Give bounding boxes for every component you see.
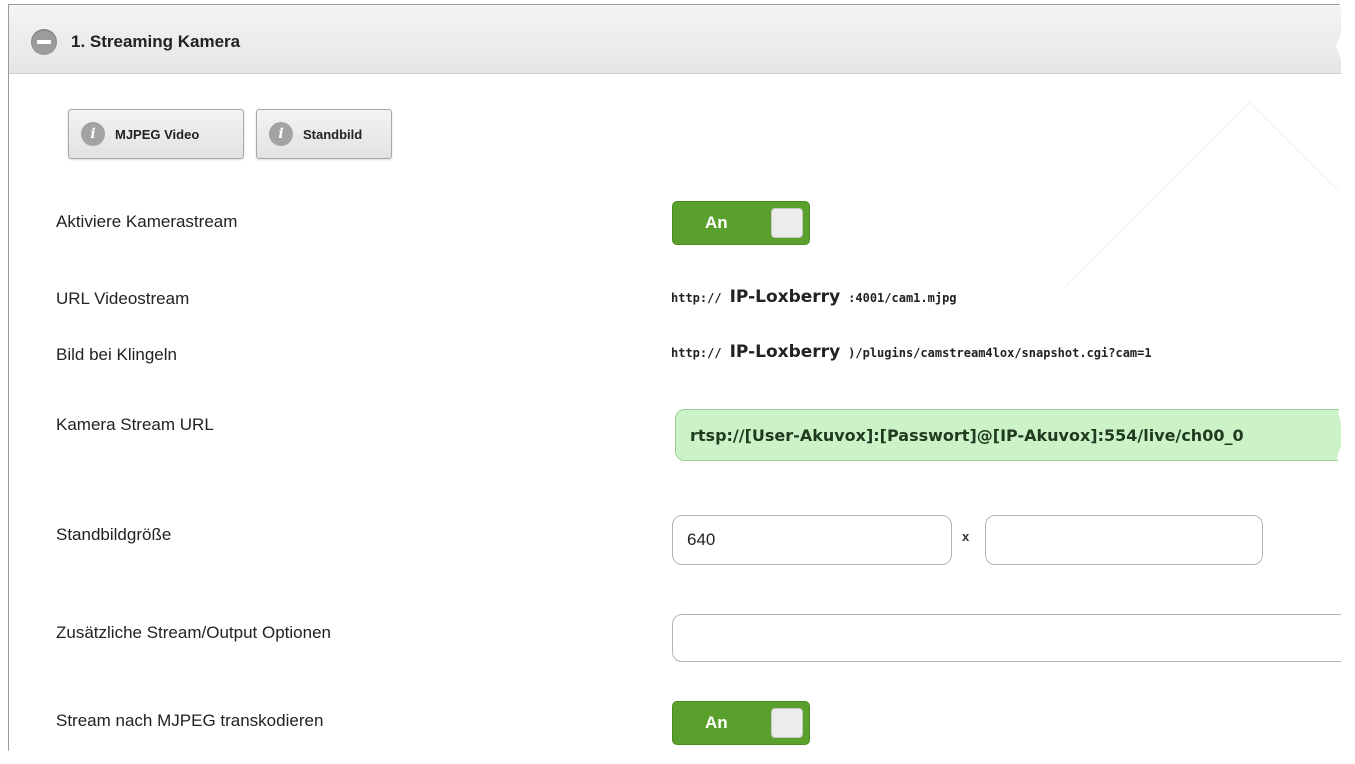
url-prefix: http://: [671, 346, 722, 360]
toggle-knob[interactable]: [771, 208, 803, 238]
section-title: 1. Streaming Kamera: [71, 32, 241, 51]
collapse-icon[interactable]: [31, 29, 57, 55]
streaming-camera-panel: 1. Streaming Kamera i MJPEG Video i Stan…: [8, 4, 1341, 757]
url-suffix: :4001/cam1.mjpg: [848, 291, 957, 305]
zusaetzliche-optionen-input[interactable]: [672, 614, 1341, 662]
aktiviere-kamerastream-toggle[interactable]: An: [672, 201, 810, 245]
toggle-state-text: An: [705, 713, 728, 732]
bild-bei-klingeln-value: http:// IP-Loxberry )/plugins/camstream4lo…: [671, 342, 1291, 362]
url-prefix: http://: [671, 291, 722, 305]
standbild-button-label: Standbild: [303, 126, 363, 142]
mjpeg-video-button-label: MJPEG Video: [115, 126, 200, 142]
size-separator: x: [962, 529, 970, 544]
info-icon: i: [269, 122, 293, 146]
standbild-height-input[interactable]: [985, 515, 1263, 565]
standbild-width-value: 640: [687, 530, 716, 549]
bild-bei-klingeln-label: Bild bei Klingeln: [56, 345, 177, 364]
section-header[interactable]: 1. Streaming Kamera: [9, 5, 1341, 74]
url-suffix: )/plugins/camstream4lox/snapshot.cgi?cam…: [848, 346, 1152, 360]
url-host: IP-Loxberry: [729, 342, 841, 362]
toggle-knob[interactable]: [771, 708, 803, 738]
kamera-stream-url-value: rtsp://[User-Akuvox]:[Passwort]@[IP-Akuv…: [690, 425, 1244, 445]
zusaetzliche-optionen-label: Zusätzliche Stream/Output Optionen: [56, 623, 331, 642]
transkodieren-label: Stream nach MJPEG transkodieren: [56, 711, 324, 730]
toggle-state-text: An: [705, 213, 728, 232]
url-host: IP-Loxberry: [729, 287, 841, 307]
info-icon: i: [81, 122, 105, 146]
kamera-stream-url-input[interactable]: rtsp://[User-Akuvox]:[Passwort]@[IP-Akuv…: [675, 409, 1341, 461]
aktiviere-kamerastream-label: Aktiviere Kamerastream: [56, 212, 238, 231]
mjpeg-video-button[interactable]: i MJPEG Video: [68, 109, 244, 159]
standbild-width-input[interactable]: 640: [672, 515, 952, 565]
transkodieren-toggle[interactable]: An: [672, 701, 810, 745]
url-videostream-value: http:// IP-Loxberry :4001/cam1.mjpg: [671, 287, 957, 307]
standbildgroesse-label: Standbildgröße: [56, 525, 172, 544]
kamera-stream-url-label: Kamera Stream URL: [56, 415, 214, 434]
standbild-button[interactable]: i Standbild: [256, 109, 392, 159]
url-videostream-label: URL Videostream: [56, 289, 190, 308]
